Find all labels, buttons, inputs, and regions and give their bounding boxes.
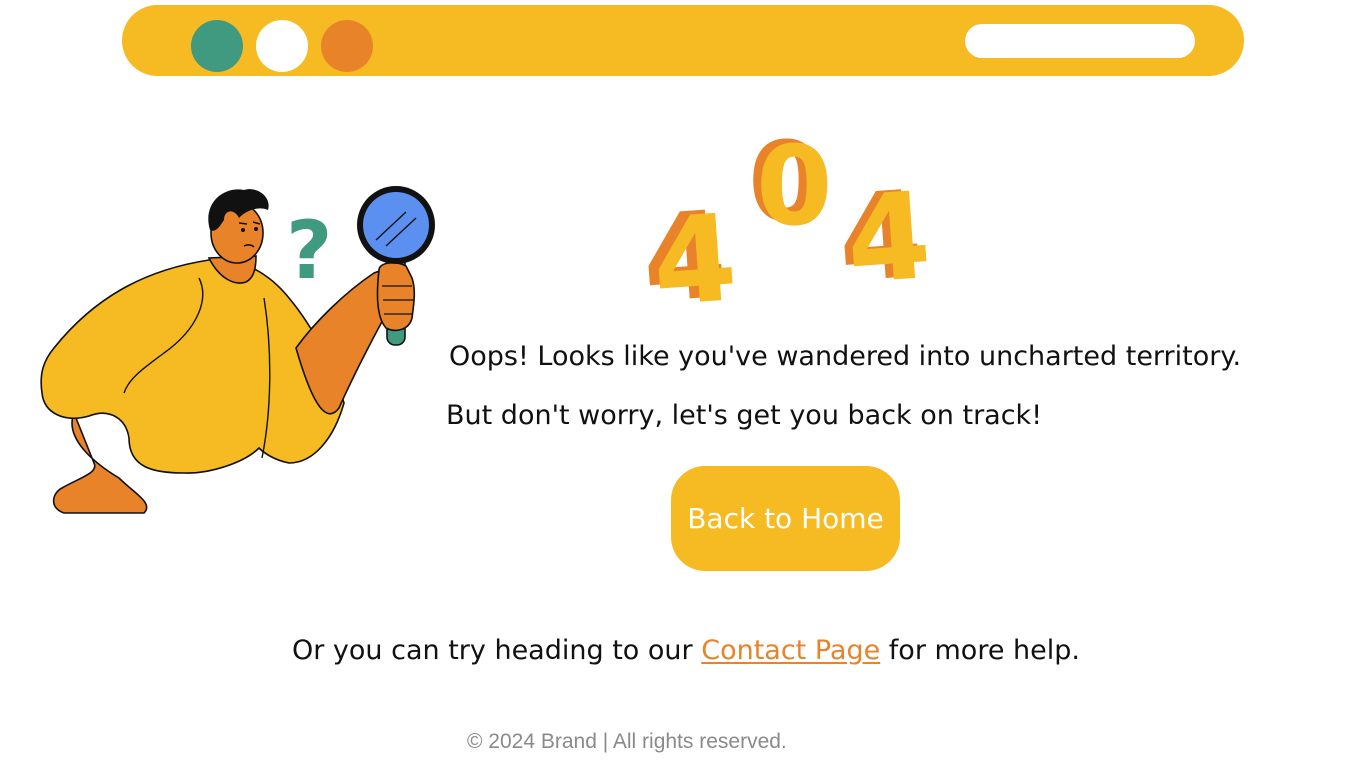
- digit-0: 0: [756, 122, 833, 250]
- help-text-prefix: Or you can try heading to our: [292, 635, 702, 666]
- error-404-graphic: 4 0 4 4 0 4: [638, 118, 935, 318]
- browser-top-bar: [122, 5, 1244, 76]
- window-dot-orange[interactable]: [321, 20, 373, 72]
- window-dot-white[interactable]: [256, 20, 308, 72]
- footer-copyright: © 2024 Brand | All rights reserved.: [467, 730, 787, 753]
- error-message-line-2: But don't worry, let's get you back on t…: [446, 400, 1043, 431]
- error-message-line-1: Oops! Looks like you've wandered into un…: [449, 341, 1242, 372]
- help-text: Or you can try heading to our Contact Pa…: [292, 634, 1080, 668]
- back-to-home-button[interactable]: Back to Home: [671, 466, 900, 571]
- question-mark-icon: ?: [286, 204, 332, 297]
- magnifying-glass-icon: [357, 186, 435, 264]
- man-with-magnifying-glass-illustration: ?: [40, 186, 435, 514]
- window-dot-green[interactable]: [191, 20, 243, 72]
- digit-4-left: 4: [648, 189, 741, 318]
- digit-4-right: 4: [842, 167, 935, 311]
- address-bar-input[interactable]: [965, 24, 1195, 58]
- contact-page-link[interactable]: Contact Page: [701, 635, 880, 666]
- help-text-suffix: for more help.: [880, 635, 1080, 666]
